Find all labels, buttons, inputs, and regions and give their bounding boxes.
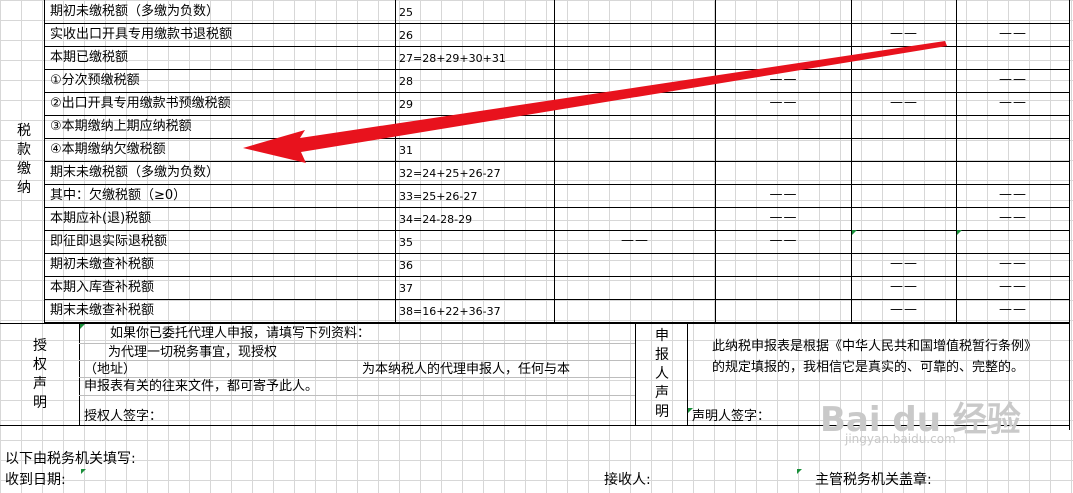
annotation-arrow-icon: [243, 41, 947, 163]
tax-form-sheet: 税款缴纳 期初未缴税额（多缴为负数） 25 实收出口开具专用缴款书退税额 26 —— ——…: [0, 0, 1073, 493]
